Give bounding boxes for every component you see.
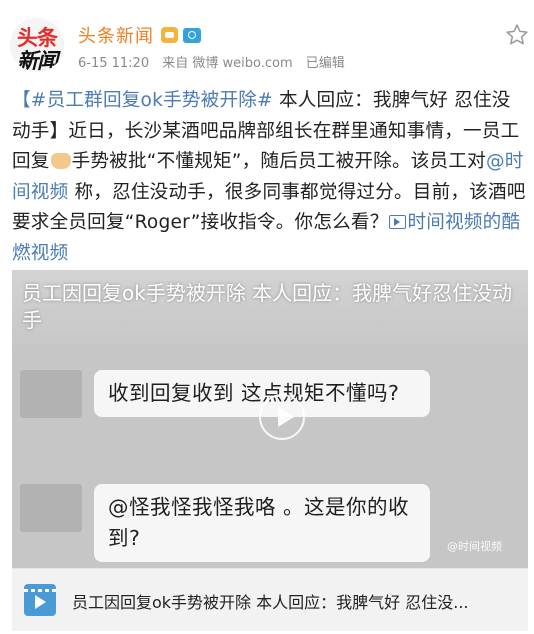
avatar-text-bottom: 新闻: [17, 49, 58, 72]
post-time: 6-15 11:20: [78, 56, 150, 71]
post-text-part2: 手势被批“不懂规矩”，随后员工被开除。该员工对: [71, 151, 486, 172]
vip-crown-icon: [161, 27, 178, 43]
post-meta: 6-15 11:20 来自 微博 weibo.com 已编辑: [78, 52, 354, 71]
play-icon[interactable]: [259, 394, 305, 440]
video-caption: 员工因回复ok手势被开除 本人回应：我脾气好忍住没动手: [22, 281, 513, 332]
video-watermark: @时间视频: [447, 540, 502, 553]
chat-bubble-2: @怪我怪我怪我咯 。这是你的收到?: [94, 484, 430, 562]
video-link-card[interactable]: 员工因回复ok手势被开除 本人回应：我脾气好 忍住没...: [12, 568, 528, 631]
chat-avatar-1: [20, 370, 82, 418]
avatar[interactable]: 头条 新闻: [10, 18, 64, 72]
edited-label: 已编辑: [305, 56, 345, 71]
card-title: 员工因回复ok手势被开除 本人回应：我脾气好 忍住没...: [72, 593, 469, 612]
post-text: 【#员工群回复ok手势被开除# 本人回应：我脾气好 忍住没动手】近日，长沙某酒吧…: [12, 86, 528, 269]
topic-link[interactable]: 【#员工群回复ok手势被开除#: [12, 90, 273, 111]
chat-avatar-2: [20, 484, 82, 532]
video-player[interactable]: 员工因回复ok手势被开除 本人回应：我脾气好忍住没动手 收到回复收到 这点规矩不…: [12, 270, 528, 568]
video-link-icon: [388, 215, 406, 229]
star-icon[interactable]: [504, 22, 530, 48]
post-source: 来自 微博 weibo.com: [162, 56, 293, 71]
video-icon: [24, 584, 56, 616]
account-name[interactable]: 头条新闻: [78, 22, 154, 48]
camera-badge-icon: [183, 27, 201, 43]
ok-hand-emoji: [50, 153, 71, 169]
account-name-row: 头条新闻: [78, 22, 201, 48]
